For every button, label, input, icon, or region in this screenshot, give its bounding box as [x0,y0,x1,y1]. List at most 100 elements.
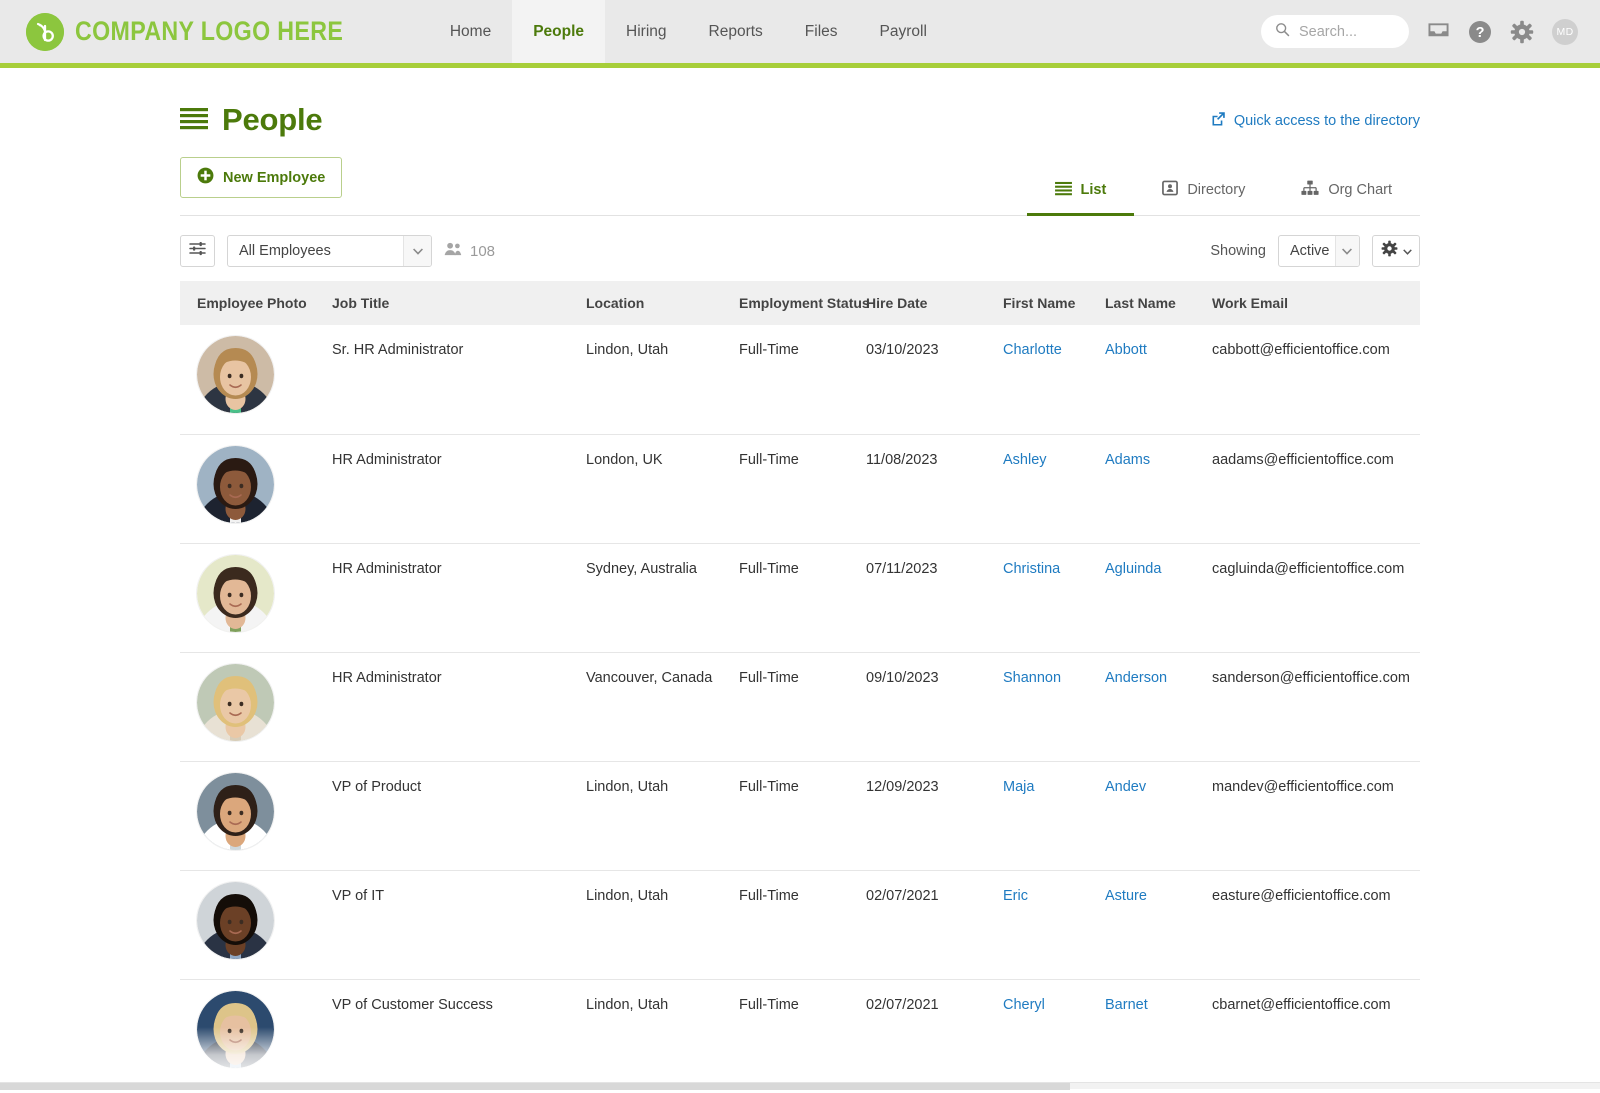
table-row[interactable]: VP of Customer Success Lindon, Utah Full… [180,979,1420,1089]
first-name-link[interactable]: Charlotte [1003,342,1062,358]
tab-list[interactable]: List [1026,170,1135,216]
column-header-last-name[interactable]: Last Name [1105,281,1212,325]
table-row[interactable]: VP of IT Lindon, Utah Full-Time 02/07/20… [180,870,1420,980]
last-name-link[interactable]: Agluinda [1105,561,1161,577]
cell-job-title: HR Administrator [332,652,586,762]
filter-bar: All Employees 108 Showing Active [180,235,1420,267]
employee-avatar[interactable] [197,772,274,850]
first-name-link[interactable]: Shannon [1003,670,1061,686]
cell-employee-photo [180,652,332,762]
table-row[interactable]: VP of Product Lindon, Utah Full-Time 12/… [180,761,1420,871]
cell-hire-date: 07/11/2023 [866,543,1003,653]
employee-avatar[interactable] [197,336,274,413]
sliders-icon [189,241,206,261]
org-chart-icon [1301,180,1319,200]
status-filter-select[interactable]: Active [1278,235,1360,267]
cell-job-title: HR Administrator [332,434,586,544]
table-row[interactable]: HR Administrator Sydney, Australia Full-… [180,543,1420,653]
chevron-down-icon [403,236,431,266]
employee-avatar[interactable] [197,663,274,741]
cell-last-name: Barnet [1105,979,1212,1089]
last-name-link[interactable]: Andev [1105,779,1146,795]
title-row: People Quick access to the directory [180,102,1420,138]
cell-work-email: aadams@efficientoffice.com [1212,434,1420,544]
user-avatar[interactable]: MD [1552,18,1578,45]
search-input[interactable] [1299,23,1395,40]
actions-row: New Employee List Directory Org Chart [180,157,1420,216]
last-name-link[interactable]: Abbott [1105,342,1147,358]
chevron-down-icon [1402,242,1412,260]
table-header-row: Employee Photo Job Title Location Employ… [180,281,1420,325]
nav-item-home[interactable]: Home [429,0,512,63]
first-name-link[interactable]: Cheryl [1003,997,1045,1013]
first-name-link[interactable]: Christina [1003,561,1060,577]
nav-item-files[interactable]: Files [784,0,859,63]
cell-work-email: cabbott@efficientoffice.com [1212,325,1420,435]
quick-access-directory-link[interactable]: Quick access to the directory [1211,111,1420,130]
cell-employee-photo [180,434,332,544]
cell-employee-photo [180,761,332,871]
table-body: Sr. HR Administrator Lindon, Utah Full-T… [180,325,1420,1089]
table-row[interactable]: HR Administrator Vancouver, Canada Full-… [180,652,1420,762]
id-card-icon [1162,180,1179,200]
cell-job-title: Sr. HR Administrator [332,325,586,435]
last-name-link[interactable]: Anderson [1105,670,1167,686]
tab-org-chart[interactable]: Org Chart [1273,170,1420,216]
last-name-link[interactable]: Adams [1105,452,1150,468]
employee-avatar[interactable] [197,881,274,959]
employee-avatar[interactable] [197,445,274,523]
first-name-link[interactable]: Eric [1003,888,1028,904]
column-header-first-name[interactable]: First Name [1003,281,1105,325]
cell-job-title: HR Administrator [332,543,586,653]
inbox-icon[interactable] [1427,21,1450,42]
cell-employee-photo [180,325,332,435]
column-header-job-title[interactable]: Job Title [332,281,586,325]
table-settings-button[interactable] [1372,235,1420,267]
cell-location: Lindon, Utah [586,870,739,980]
table-row[interactable]: HR Administrator London, UK Full-Time 11… [180,434,1420,544]
first-name-link[interactable]: Maja [1003,779,1034,795]
page-menu-icon[interactable] [180,106,208,135]
cell-employment-status: Full-Time [739,543,866,653]
filter-settings-button[interactable] [180,235,215,267]
column-header-hire-date[interactable]: Hire Date [866,281,1003,325]
employee-count: 108 [444,242,495,260]
cell-last-name: Asture [1105,870,1212,980]
brand-logo[interactable]: COMPANY LOGO HERE [26,12,387,51]
column-header-employee-photo[interactable]: Employee Photo [180,281,332,325]
cell-work-email: cagluinda@efficientoffice.com [1212,543,1420,653]
cell-employee-photo [180,979,332,1089]
last-name-link[interactable]: Asture [1105,888,1147,904]
scrollbar-thumb[interactable] [0,1082,1070,1090]
employee-avatar[interactable] [197,990,274,1068]
nav-item-people[interactable]: People [512,0,606,63]
tab-directory[interactable]: Directory [1134,170,1273,216]
first-name-link[interactable]: Ashley [1003,452,1047,468]
cell-location: Lindon, Utah [586,761,739,871]
nav-item-hiring[interactable]: Hiring [605,0,687,63]
cell-hire-date: 03/10/2023 [866,325,1003,435]
column-header-employment-status[interactable]: Employment Status [739,281,870,325]
employee-avatar[interactable] [197,554,274,632]
cell-first-name: Charlotte [1003,325,1105,435]
column-header-location[interactable]: Location [586,281,739,325]
search-box[interactable] [1261,15,1409,48]
tab-list-label: List [1080,182,1107,198]
cell-last-name: Adams [1105,434,1212,544]
tab-directory-label: Directory [1187,182,1246,198]
last-name-link[interactable]: Barnet [1105,997,1148,1013]
gear-icon[interactable] [1510,20,1534,44]
new-employee-button[interactable]: New Employee [180,157,343,198]
employee-count-value: 108 [470,242,496,260]
cell-first-name: Maja [1003,761,1105,871]
table-row[interactable]: Sr. HR Administrator Lindon, Utah Full-T… [180,325,1420,435]
employee-filter-select[interactable]: All Employees [227,235,432,267]
horizontal-scrollbar[interactable] [0,1081,1600,1090]
nav-item-reports[interactable]: Reports [688,0,784,63]
cell-hire-date: 02/07/2021 [866,979,1003,1089]
help-icon[interactable]: ? [1468,20,1492,44]
column-header-work-email[interactable]: Work Email [1212,281,1420,325]
cell-work-email: easture@efficientoffice.com [1212,870,1420,980]
cell-employment-status: Full-Time [739,979,866,1089]
nav-item-payroll[interactable]: Payroll [859,0,948,63]
